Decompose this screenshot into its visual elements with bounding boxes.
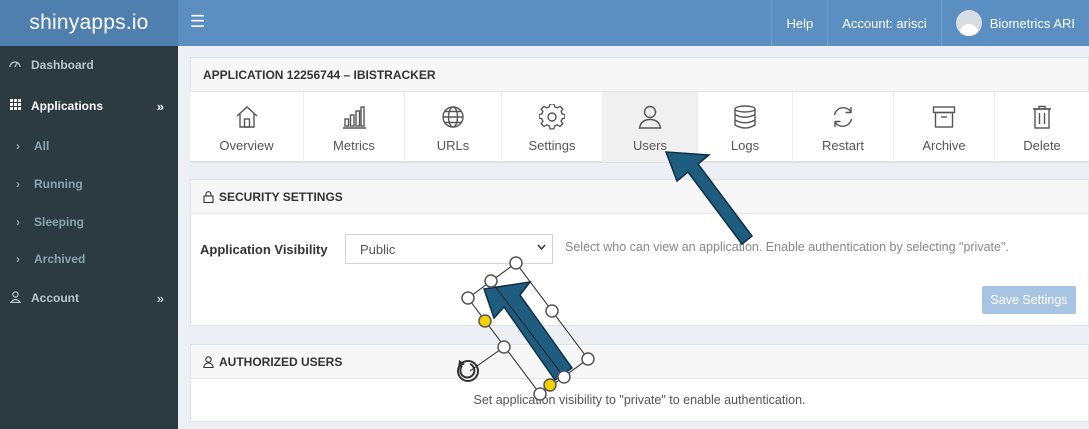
app-tabs: Overview Metrics URLs Settings Users Log… — [190, 92, 1089, 162]
visibility-help-text: Select who can view an application. Enab… — [565, 240, 1009, 254]
authorized-users-message: Set application visibility to "private" … — [473, 393, 806, 407]
database-icon — [734, 105, 756, 129]
sidebar-item-label: Account — [31, 291, 79, 305]
app-title: APPLICATION 12256744 – IBISTRACKER — [191, 58, 1088, 92]
tab-label: Archive — [922, 138, 966, 153]
sidebar-item-label: Sleeping — [34, 215, 85, 229]
visibility-label: Application Visibility — [200, 242, 328, 257]
user-icon — [638, 105, 662, 129]
tab-metrics[interactable]: Metrics — [304, 92, 405, 162]
authorized-users-panel: AUTHORIZED USERS — [190, 344, 1089, 422]
avatar — [955, 10, 982, 36]
top-nav: Help Account: arisci Biometrics ARI — [771, 0, 1089, 46]
visibility-value: Public — [360, 241, 396, 257]
caret-right-icon: › — [16, 177, 20, 191]
brand-logo[interactable]: shinyapps.io — [0, 0, 178, 46]
tab-label: URLs — [436, 138, 470, 153]
authorized-users-header: AUTHORIZED USERS — [191, 345, 1088, 379]
sidebar-item-account[interactable]: Account » — [0, 288, 178, 308]
tab-logs[interactable]: Logs — [698, 92, 793, 162]
tab-urls[interactable]: URLs — [405, 92, 502, 162]
tab-label: Settings — [528, 138, 576, 153]
sidebar-item-applications[interactable]: Applications » — [0, 96, 178, 116]
caret-right-icon: › — [16, 139, 20, 153]
home-icon — [236, 106, 257, 128]
security-title: SECURITY SETTINGS — [219, 189, 343, 204]
grid-icon — [7, 99, 23, 113]
tab-label: Delete — [1023, 138, 1061, 153]
tab-label: Metrics — [333, 138, 375, 153]
user-icon — [7, 290, 23, 306]
top-bar: shinyapps.io ☰ Help Account: arisci Biom… — [0, 0, 1089, 46]
trash-icon — [1033, 105, 1051, 129]
user-icon — [203, 355, 214, 368]
archive-icon — [932, 106, 956, 128]
authorized-users-title: AUTHORIZED USERS — [219, 354, 343, 369]
tab-users[interactable]: Users — [603, 92, 698, 162]
chevron-right-icon: » — [156, 98, 164, 114]
sidebar-item-archived[interactable]: › Archived — [0, 249, 178, 269]
lock-icon — [203, 190, 214, 203]
security-header: SECURITY SETTINGS — [191, 180, 1088, 214]
sidebar-item-dashboard[interactable]: Dashboard — [0, 55, 178, 75]
caret-right-icon: › — [16, 215, 20, 229]
sidebar-item-label: Archived — [34, 252, 86, 266]
sidebar-item-label: Running — [34, 177, 83, 191]
refresh-icon — [833, 107, 853, 127]
dashboard-icon — [7, 59, 23, 72]
tab-overview[interactable]: Overview — [190, 92, 304, 162]
tab-archive[interactable]: Archive — [894, 92, 995, 162]
globe-icon — [442, 106, 464, 128]
help-link[interactable]: Help — [771, 0, 827, 46]
chevron-down-icon — [537, 242, 546, 253]
sidebar-item-running[interactable]: › Running — [0, 174, 178, 194]
gear-icon — [539, 104, 565, 130]
sidebar-item-sleeping[interactable]: › Sleeping — [0, 212, 178, 232]
user-name: Biometrics ARI — [989, 15, 1075, 31]
sidebar-item-label: Dashboard — [31, 58, 94, 72]
tab-label: Overview — [219, 138, 274, 153]
sidebar-item-label: All — [34, 139, 50, 153]
tab-delete[interactable]: Delete — [995, 92, 1089, 162]
sidebar-item-label: Applications — [31, 99, 104, 113]
tab-label: Users — [633, 138, 667, 153]
tab-label: Restart — [822, 138, 864, 153]
tab-restart[interactable]: Restart — [793, 92, 894, 162]
bar-chart-icon — [343, 106, 366, 129]
sidebar-item-all[interactable]: › All — [0, 136, 178, 156]
chevron-right-icon: » — [156, 290, 164, 306]
user-menu[interactable]: Biometrics ARI — [940, 0, 1089, 46]
account-link[interactable]: Account: arisci — [827, 0, 941, 46]
caret-right-icon: › — [16, 252, 20, 266]
tab-label: Logs — [730, 138, 760, 153]
hamburger-icon[interactable]: ☰ — [190, 12, 205, 32]
visibility-select[interactable]: Public — [345, 234, 553, 264]
save-settings-button[interactable]: Save Settings — [982, 286, 1076, 314]
tab-settings[interactable]: Settings — [502, 92, 603, 162]
